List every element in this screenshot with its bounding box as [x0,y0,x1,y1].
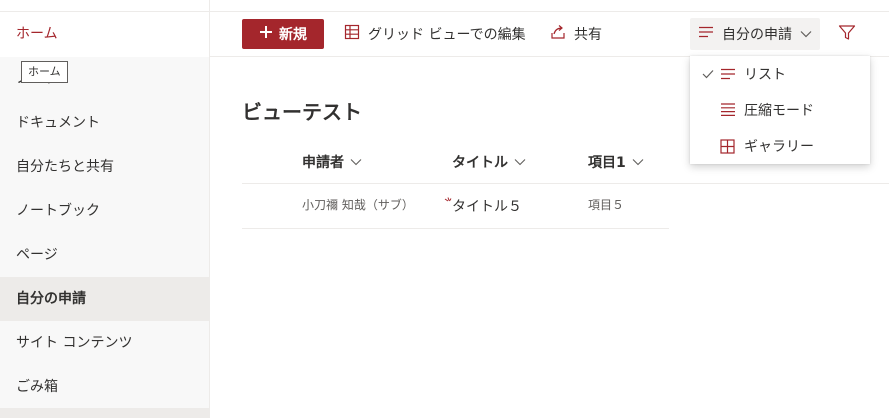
app-window: ホーム ノード ドキュメント 自分たちと共有 ノートブック ページ 自分の申請 … [0,0,889,418]
column-header-label: 申請者 [302,155,344,171]
nav-bottom-strip [0,408,209,418]
cell-title-link[interactable]: タイトル５ [452,196,522,216]
nav-item-home[interactable]: ホーム [0,12,209,57]
view-selector-label: 自分の申請 [722,27,792,43]
grid-edit-label: グリッド ビューでの編集 [368,27,526,43]
command-bar-top-strip [210,0,889,12]
view-menu-item-compact[interactable]: 圧縮モード [690,92,870,128]
list-icon [720,68,744,80]
new-button[interactable]: 新規 [242,19,324,49]
nav-item-notebook[interactable]: ノートブック [0,189,209,233]
filter-icon [838,25,856,46]
view-selector-button[interactable]: 自分の申請 [690,18,820,50]
command-bar: 新規 グリッド ビューでの編集 共有 自分の申請 [210,0,889,57]
nav-item-site-contents[interactable]: サイト コンテンツ [0,321,209,365]
compact-icon [720,103,744,117]
nav-item-shared-with-us[interactable]: 自分たちと共有 [0,145,209,189]
grid-edit-button[interactable]: グリッド ビューでの編集 [344,19,526,49]
view-menu-item-label: リスト [744,67,786,83]
nav-item-documents[interactable]: ドキュメント [0,101,209,145]
chevron-down-icon [632,154,644,170]
nav-item-my-requests[interactable]: 自分の申請 [0,277,209,321]
column-header-label: タイトル [452,155,508,171]
gallery-icon [720,138,744,154]
share-label: 共有 [574,27,602,43]
view-lines-icon [698,26,714,42]
row-divider [242,228,669,229]
cell-item1: 項目５ [588,198,625,212]
chevron-down-icon [800,26,812,42]
chevron-down-icon [350,154,362,170]
column-header-item1[interactable]: 項目1 [588,150,644,174]
view-menu-item-label: 圧縮モード [744,103,814,119]
grid-icon [344,24,360,44]
page-title: ビューテスト [242,100,362,124]
view-dropdown-menu: リスト 圧縮モード ギャラリー [690,56,870,164]
view-menu-item-gallery[interactable]: ギャラリー [690,128,870,164]
nav-top-strip [0,0,209,12]
nav-item-pages[interactable]: ページ [0,233,209,277]
column-header-applicant[interactable]: 申請者 [302,150,362,174]
filter-button[interactable] [838,24,858,44]
share-button[interactable]: 共有 [550,19,602,49]
view-menu-item-list[interactable]: リスト [690,56,870,92]
nav-tooltip: ホーム [21,61,68,83]
chevron-down-icon [514,154,526,170]
column-header-title[interactable]: タイトル [452,150,526,174]
new-button-label: 新規 [279,27,307,43]
header-divider [242,183,889,184]
nav-item-recycle-bin[interactable]: ごみ箱 [0,365,209,409]
check-icon [690,69,720,79]
cell-applicant: 小刀禰 知哉（サブ） [302,198,414,212]
plus-icon [259,25,273,43]
view-menu-item-label: ギャラリー [744,139,814,155]
column-header-label: 項目1 [588,155,626,171]
share-icon [550,24,566,44]
